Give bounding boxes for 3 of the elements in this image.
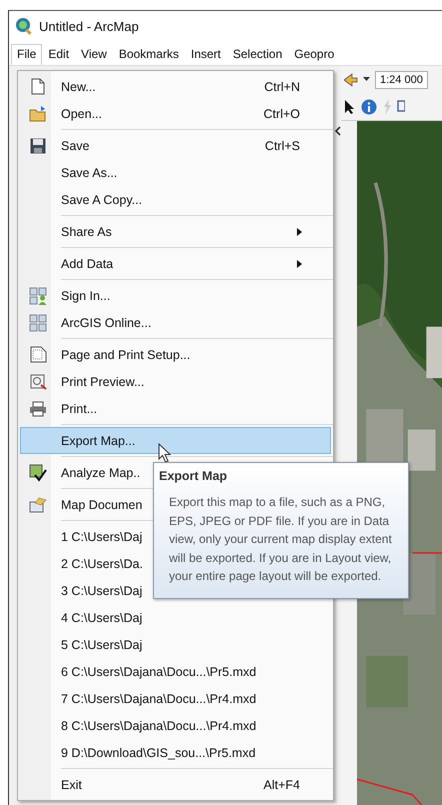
- tooltip-text: Export this map to a file, such as a PNG, EPS, JPEG or PDF file. If you are in Data view, only your current map display extent will be exported. If you are in Layout view, your entire page layout will be exported.: [169, 494, 393, 585]
- tooltip-title: Export Map: [159, 469, 228, 483]
- window-title: Untitled - ArcMap: [39, 18, 139, 34]
